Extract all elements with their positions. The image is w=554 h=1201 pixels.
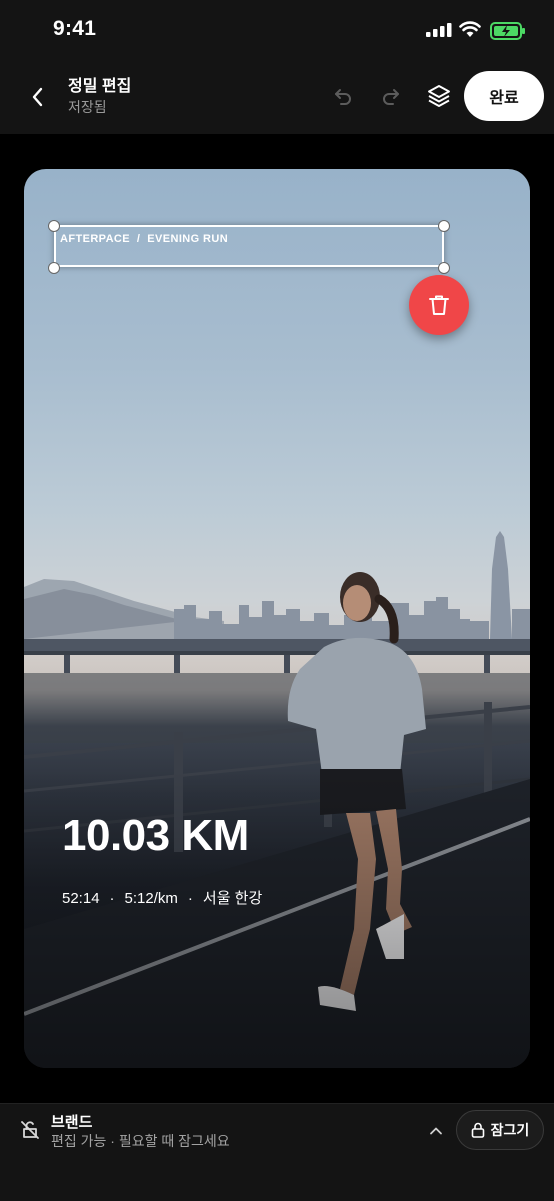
separator-dot: · (187, 890, 193, 907)
redo-icon (383, 89, 399, 105)
distance-text-layer[interactable]: 10.03 KM (62, 811, 249, 861)
chevron-up-icon[interactable] (428, 1123, 444, 1139)
status-time: 9:41 (53, 17, 97, 40)
editor-canvas[interactable]: AFTERPACE / EVENING RUN 10.03 KM 52:14 · 5… (24, 169, 530, 1068)
lock-label: 잠그기 (490, 1122, 530, 1138)
resize-handle-bottom-right[interactable] (438, 262, 450, 274)
pace-value: 5:12/km (124, 890, 178, 907)
resize-handle-top-left[interactable] (48, 220, 60, 232)
editor-header: 정밀 편집 저장됨 완료 (0, 60, 554, 134)
redo-button[interactable] (377, 82, 405, 110)
duration-value: 52:14 (62, 890, 100, 907)
trash-icon (429, 295, 449, 315)
done-button[interactable]: 완료 (464, 71, 544, 121)
signal-icon (426, 23, 452, 37)
location-value: 서울 한강 (202, 890, 263, 907)
layer-name: 브랜드 (51, 1114, 93, 1131)
status-bar: 9:41 (0, 0, 554, 60)
resize-handle-top-right[interactable] (438, 220, 450, 232)
brand-selection-box[interactable] (54, 225, 444, 267)
layers-icon (428, 85, 450, 107)
undo-icon (335, 89, 351, 105)
resize-handle-bottom-left[interactable] (48, 262, 60, 274)
header-title-group: 정밀 편집 저장됨 (68, 76, 131, 117)
separator-dot: · (109, 890, 115, 907)
battery-icon (490, 22, 525, 40)
unlocked-icon (21, 1121, 39, 1139)
page-title: 정밀 편집 (68, 78, 132, 95)
layer-hint: 편집 가능 · 필요할 때 잠그세요 (51, 1133, 230, 1149)
undo-button[interactable] (329, 82, 357, 110)
layer-panel: 브랜드 편집 가능 · 필요할 때 잠그세요 잠그기 (0, 1103, 554, 1201)
layers-button[interactable] (425, 82, 453, 110)
lock-layer-button[interactable]: 잠그기 (456, 1110, 544, 1150)
save-status: 저장됨 (68, 99, 107, 115)
wifi-icon (459, 21, 481, 37)
back-arrow-icon[interactable] (26, 85, 50, 109)
delete-layer-button[interactable] (409, 275, 469, 335)
lock-icon (471, 1122, 484, 1138)
brand-text-layer[interactable]: AFTERPACE / EVENING RUN (60, 233, 228, 245)
stats-text-layer[interactable]: 52:14 · 5:12/km · 서울 한강 (62, 887, 262, 908)
